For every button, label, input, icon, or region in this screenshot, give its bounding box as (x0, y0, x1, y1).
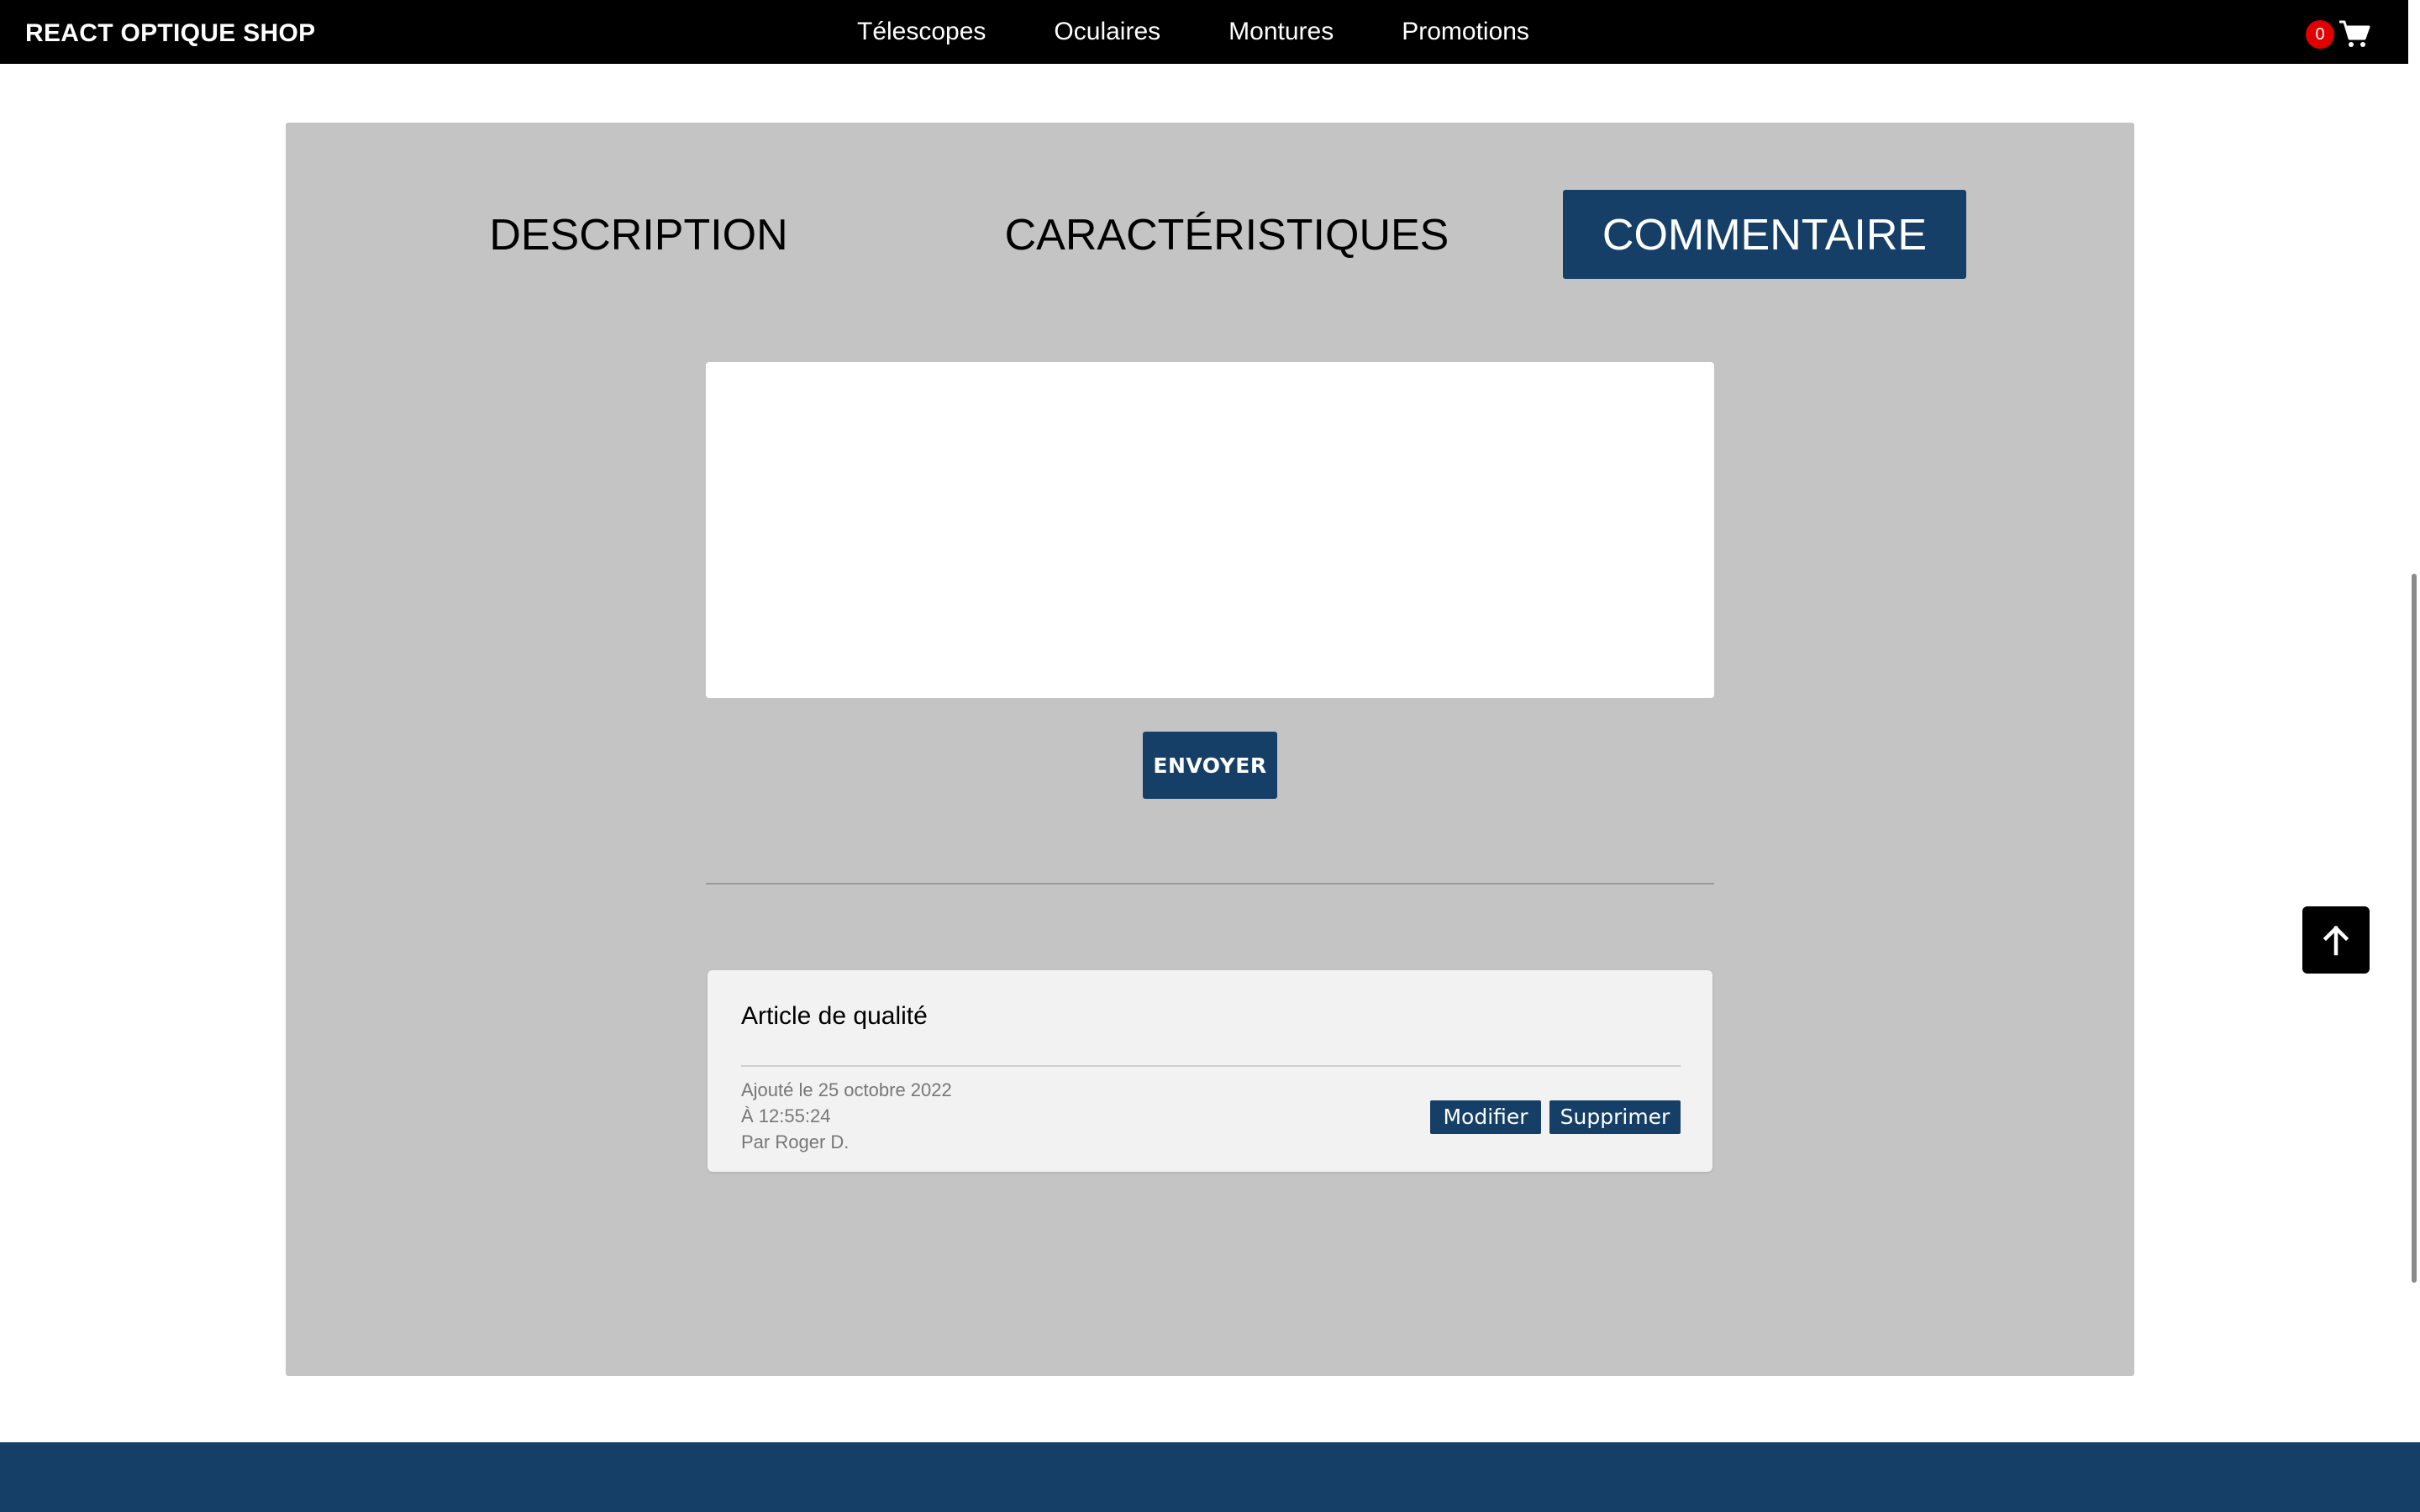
send-comment-button[interactable]: ENVOYER (1143, 732, 1277, 799)
main-nav: Télescopes Oculaires Montures Promotions (857, 0, 1529, 64)
shopping-cart-icon[interactable] (2338, 17, 2371, 50)
cart-button[interactable]: 0 (2306, 17, 2373, 50)
nav-item-oculaires[interactable]: Oculaires (1054, 18, 1160, 46)
comment-textarea[interactable] (706, 362, 1714, 698)
arrow-up-icon (2323, 925, 2349, 956)
tab-description[interactable]: DESCRIPTION (471, 190, 807, 279)
comment-divider (741, 1065, 1681, 1067)
footer (0, 1442, 2420, 1512)
nav-item-montures[interactable]: Montures (1228, 18, 1334, 46)
comment-author: Par Roger D. (741, 1131, 850, 1152)
nav-item-promotions[interactable]: Promotions (1402, 18, 1529, 46)
back-to-top-button[interactable] (2302, 906, 2370, 974)
tab-caracteristiques[interactable]: CARACTÉRISTIQUES (975, 190, 1479, 279)
section-divider (706, 883, 1714, 885)
brand-logo[interactable]: REACT OPTIQUE SHOP (25, 0, 315, 64)
edit-comment-button[interactable]: Modifier (1430, 1100, 1541, 1134)
comment-date: Ajouté le 25 octobre 2022 (741, 1079, 952, 1100)
delete-comment-button[interactable]: Supprimer (1549, 1100, 1681, 1134)
cart-count-badge: 0 (2306, 20, 2334, 49)
comment-card: Article de qualité Ajouté le 25 octobre … (708, 970, 1712, 1172)
scrollbar-thumb[interactable] (2412, 574, 2417, 1283)
nav-item-telescopes[interactable]: Télescopes (857, 18, 986, 46)
product-tabs-panel: DESCRIPTION CARACTÉRISTIQUES COMMENTAIRE… (286, 123, 2134, 1376)
comment-title: Article de qualité (741, 1002, 928, 1030)
tab-commentaire[interactable]: COMMENTAIRE (1563, 190, 1966, 279)
comment-time: À 12:55:24 (741, 1105, 831, 1126)
top-navbar: REACT OPTIQUE SHOP Télescopes Oculaires … (0, 0, 2420, 64)
